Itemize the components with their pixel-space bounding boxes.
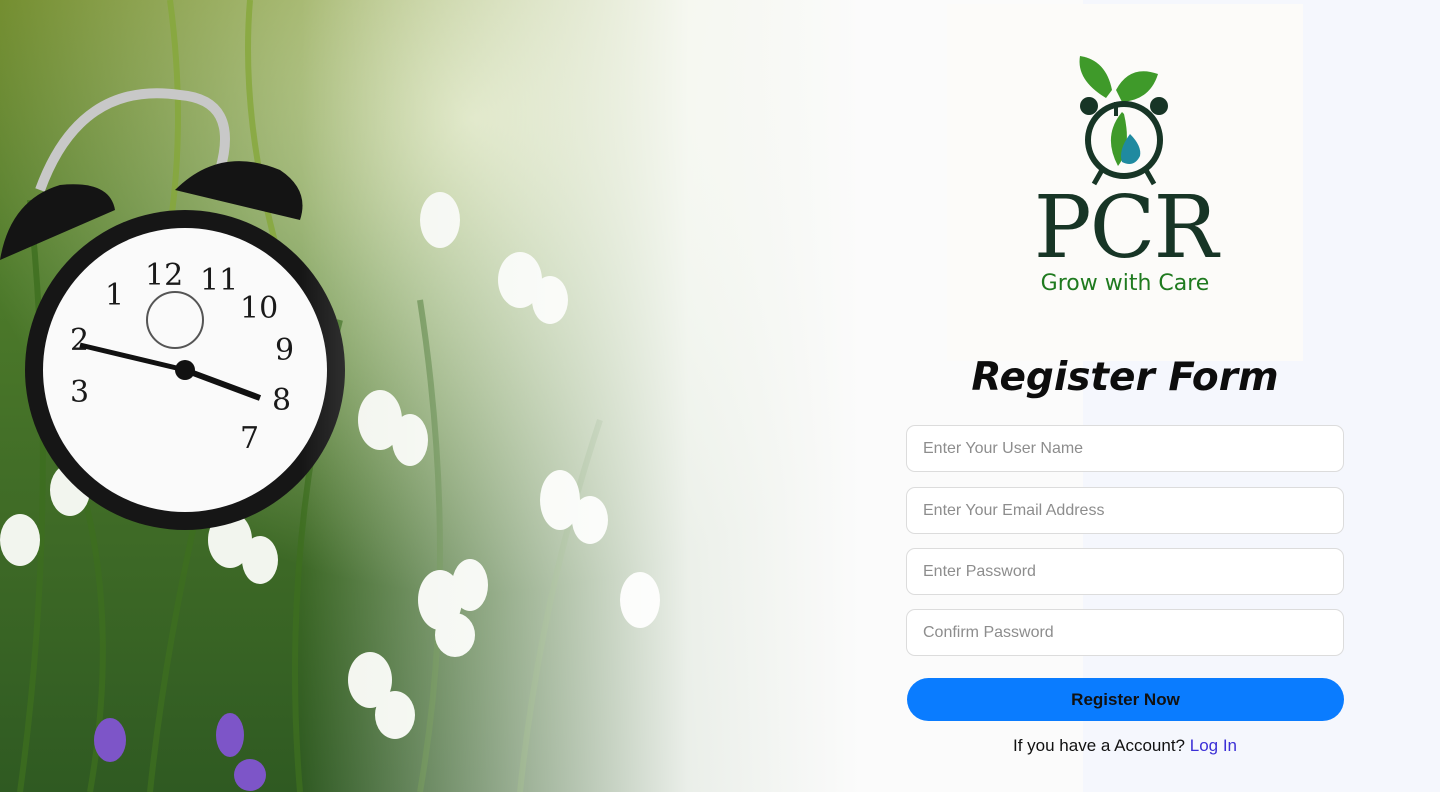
login-prompt-text: If you have a Account?: [1012, 736, 1185, 755]
username-input[interactable]: [906, 425, 1344, 472]
password-input[interactable]: [906, 548, 1344, 595]
login-prompt: If you have a Account? Log In: [906, 735, 1344, 757]
form-title: Register Form: [971, 355, 1279, 400]
sprout-alarm-clock-icon: [1079, 56, 1168, 186]
log-in-link[interactable]: Log In: [1190, 736, 1237, 755]
confirm-password-input[interactable]: [906, 609, 1344, 656]
hero-image: 121110 987 123: [0, 0, 860, 792]
brand-tagline: Grow with Care: [1040, 271, 1210, 296]
email-input[interactable]: [906, 487, 1344, 534]
register-now-button[interactable]: Register Now: [907, 678, 1344, 721]
brand-name: PCR: [1033, 178, 1218, 278]
